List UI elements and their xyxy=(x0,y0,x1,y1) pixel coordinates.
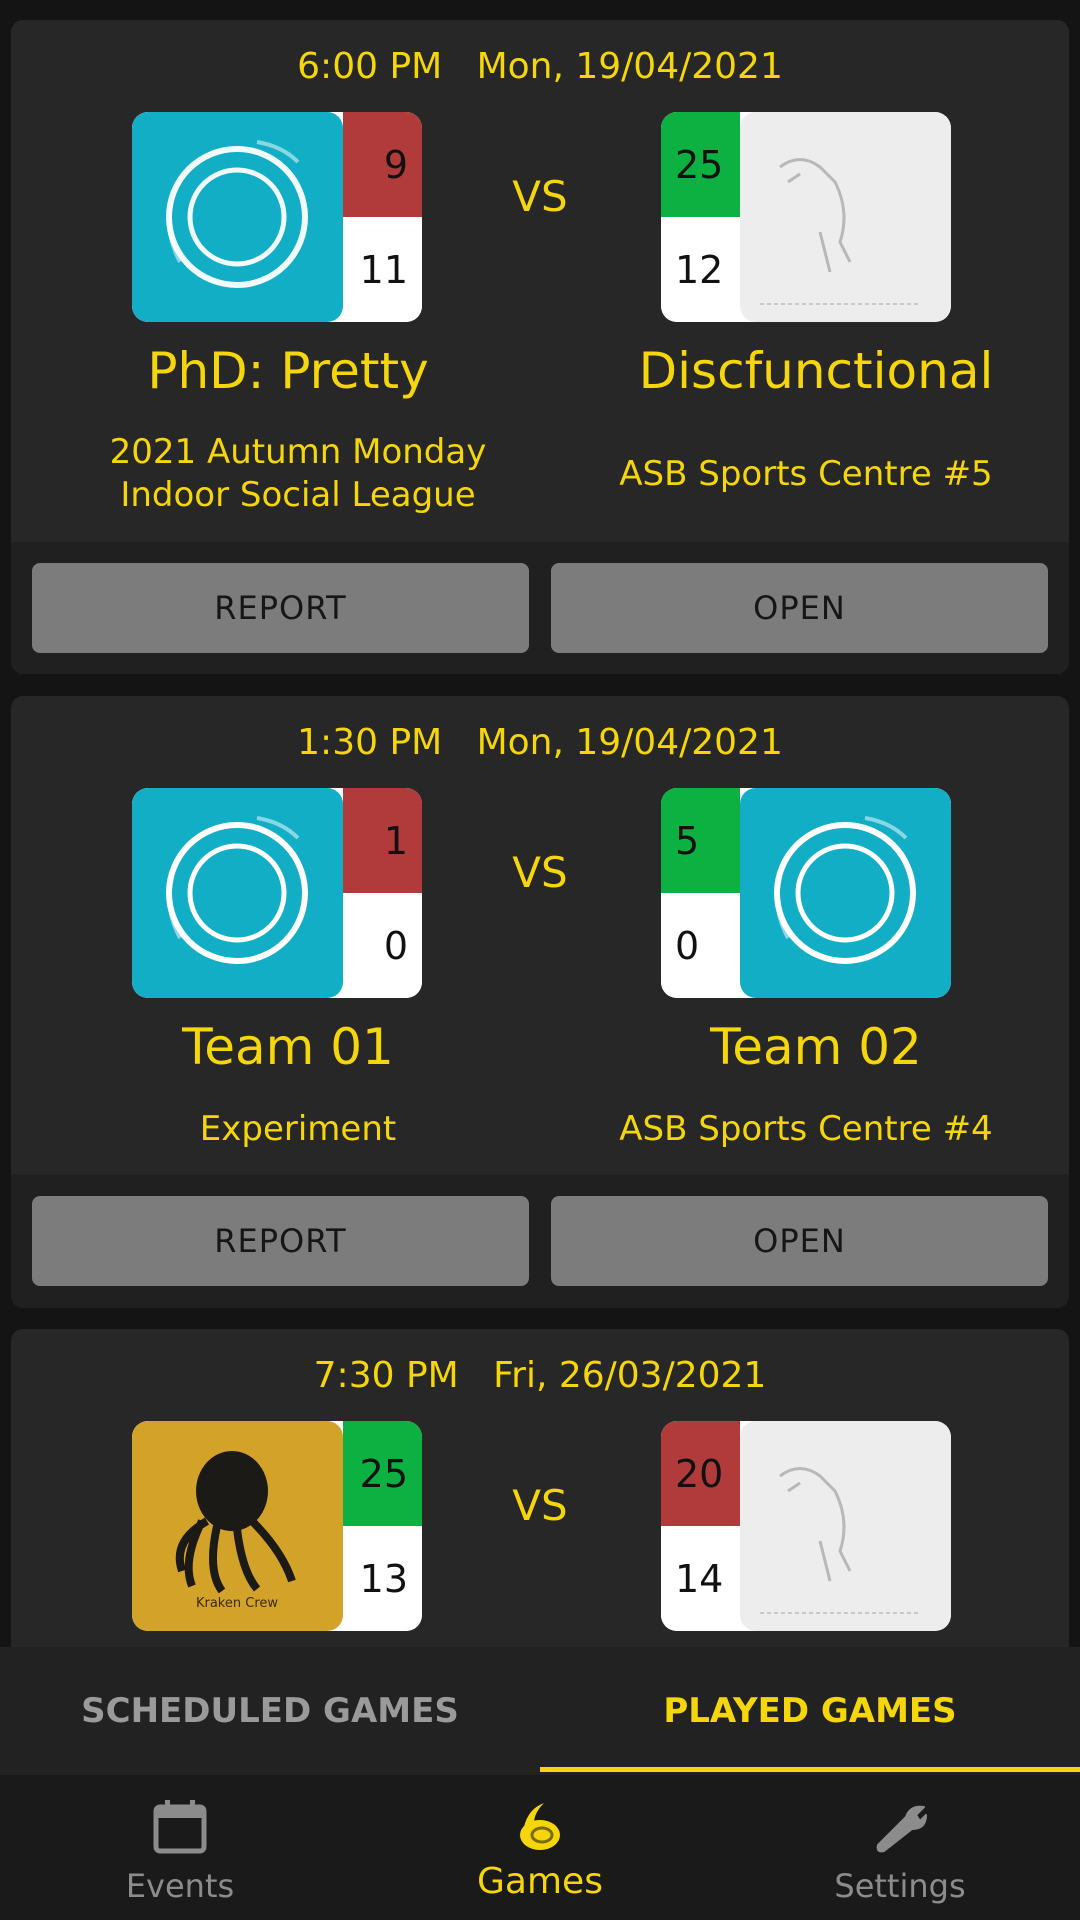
home-score-bottom: 13 xyxy=(343,1526,422,1631)
active-tab-indicator xyxy=(540,1767,1080,1772)
away-score-top: 25 xyxy=(661,112,740,217)
open-button[interactable]: OPEN xyxy=(551,1196,1048,1286)
league-line-1: 2021 Autumn Monday xyxy=(109,432,487,472)
games-feed[interactable]: 6:00 PM Mon, 19/04/2021 9 11 VS 25 12 Ph… xyxy=(0,0,1080,1647)
svg-text:Kraken Crew: Kraken Crew xyxy=(196,1596,278,1611)
away-score-top: 20 xyxy=(661,1421,740,1526)
game-card: 1:30 PM Mon, 19/04/2021 1 0 VS 5 0 Team … xyxy=(11,696,1069,1308)
game-card: 7:30 PM Fri, 26/03/2021 Kraken Crew 25 1… xyxy=(11,1329,1069,1647)
away-team-name: Team 02 xyxy=(710,1018,922,1076)
card-actions: REPORT OPEN xyxy=(11,542,1069,674)
nav-label: Settings xyxy=(834,1867,966,1905)
open-button[interactable]: OPEN xyxy=(551,563,1048,653)
away-team-badge: 5 0 xyxy=(661,788,951,998)
dinosaur-sketch-icon xyxy=(740,112,951,322)
league-name: Experiment xyxy=(199,1109,397,1149)
game-datetime: 6:00 PM Mon, 19/04/2021 xyxy=(297,46,783,87)
away-team-badge: 25 12 xyxy=(661,112,951,322)
away-score-bottom: 14 xyxy=(661,1526,740,1631)
disc-icon xyxy=(510,1797,570,1857)
home-team-name: Team 01 xyxy=(182,1018,394,1076)
home-team-name: PhD: Pretty xyxy=(147,342,429,400)
card-actions: REPORT OPEN xyxy=(11,1175,1069,1308)
nav-item-settings[interactable]: Settings xyxy=(720,1775,1080,1920)
report-button[interactable]: REPORT xyxy=(32,563,529,653)
away-team-badge: 20 14 xyxy=(661,1421,951,1631)
game-card: 6:00 PM Mon, 19/04/2021 9 11 VS 25 12 Ph… xyxy=(11,20,1069,674)
home-score-bottom: 0 xyxy=(343,893,422,998)
away-score-bottom: 12 xyxy=(661,217,740,322)
home-score-bottom: 11 xyxy=(343,217,422,322)
nav-label: Games xyxy=(477,1861,603,1902)
game-datetime: 1:30 PM Mon, 19/04/2021 xyxy=(297,722,783,763)
tab-played-games[interactable]: PLAYED GAMES xyxy=(540,1647,1080,1775)
ring-logo-icon xyxy=(740,788,951,998)
away-score-bottom: 0 xyxy=(661,893,740,998)
league-name: 2021 Autumn Monday Indoor Social League xyxy=(63,431,533,517)
venue-name: ASB Sports Centre #4 xyxy=(619,1109,993,1149)
venue-name: ASB Sports Centre #5 xyxy=(619,454,993,494)
nav-item-games[interactable]: Games xyxy=(360,1775,720,1920)
nav-item-events[interactable]: Events xyxy=(0,1775,360,1920)
bottom-navigation: Events Games Settings xyxy=(0,1775,1080,1920)
game-datetime: 7:30 PM Fri, 26/03/2021 xyxy=(313,1355,767,1396)
wrench-icon xyxy=(870,1797,930,1857)
away-score-top: 5 xyxy=(661,788,740,893)
nav-label: Events xyxy=(125,1867,235,1905)
league-line-2: Indoor Social League xyxy=(120,475,476,515)
games-tab-bar: SCHEDULED GAMES PLAYED GAMES xyxy=(0,1647,1080,1775)
tab-scheduled-games[interactable]: SCHEDULED GAMES xyxy=(0,1647,540,1775)
report-button[interactable]: REPORT xyxy=(32,1196,529,1286)
away-team-name: Discfunctional xyxy=(638,342,994,400)
dinosaur-sketch-icon xyxy=(740,1421,951,1631)
calendar-icon xyxy=(150,1797,210,1857)
